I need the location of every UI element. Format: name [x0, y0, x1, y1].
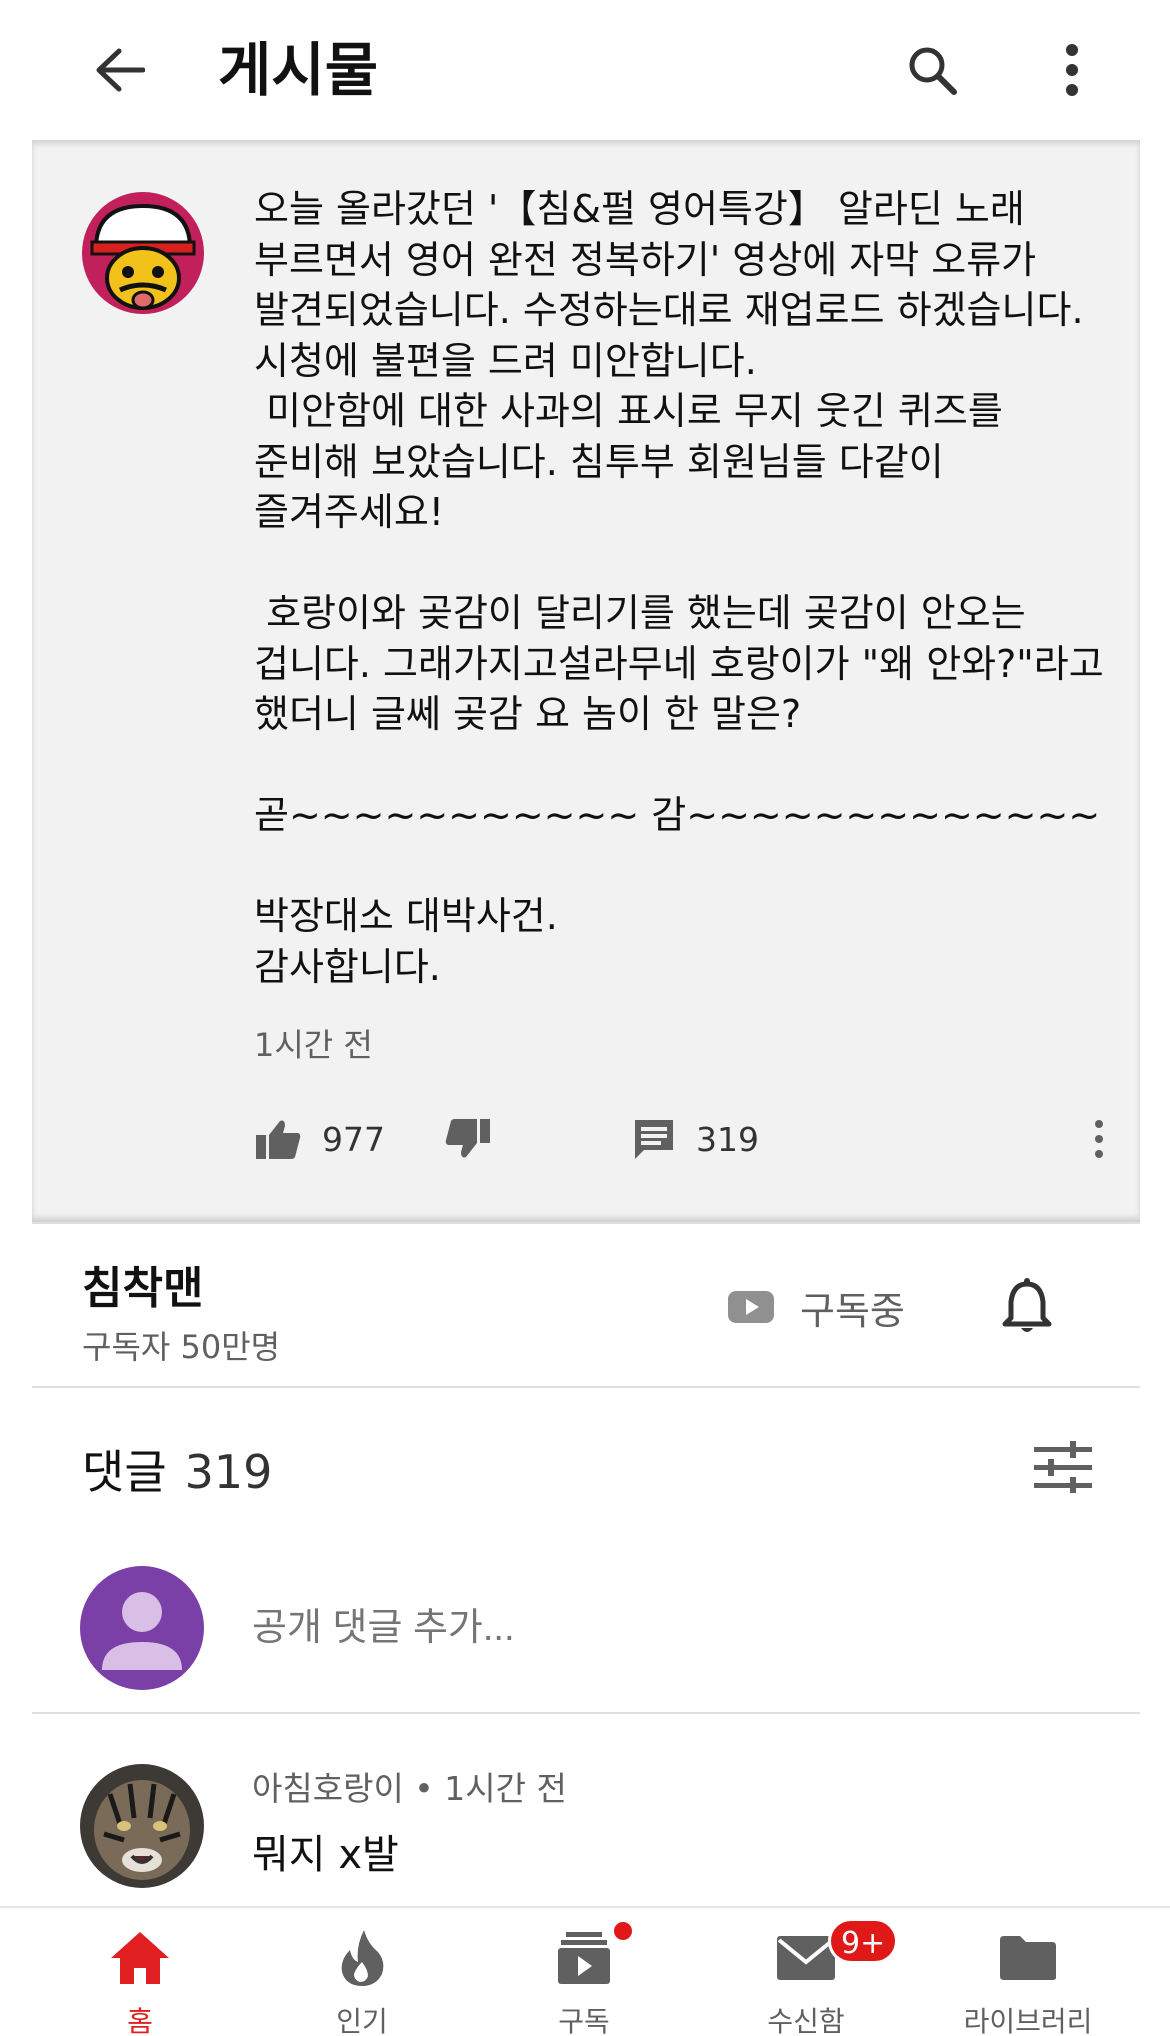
more-vertical-icon — [1095, 1120, 1103, 1158]
comment-icon — [635, 1120, 673, 1159]
channel-name[interactable]: 침착맨 — [82, 1252, 203, 1316]
top-app-bar: 게시물 — [0, 0, 1170, 140]
user-icon — [102, 1592, 182, 1670]
library-icon — [993, 1926, 1063, 1990]
back-arrow-icon — [96, 48, 145, 92]
nav-inbox-label: 수신함 — [767, 2005, 845, 2036]
post-body-text: 오늘 올라갔던 '【침&펄 영어특강】 알라딘 노래 부르면서 영어 완전 정복… — [254, 187, 1104, 989]
nav-inbox[interactable]: 9+ 수신함 — [706, 1908, 906, 2036]
nav-library[interactable]: 라이브러리 — [928, 1908, 1128, 2036]
nav-trending-label: 인기 — [336, 2005, 388, 2036]
comment-meta: 아침호랑이 • 1시간 전 — [252, 1762, 567, 1810]
meta-separator: • — [403, 1769, 445, 1808]
sort-comments-button[interactable] — [1028, 1432, 1098, 1502]
nav-subscriptions-label: 구독 — [558, 2005, 610, 2036]
community-post: 오늘 올라갔던 '【침&펄 영어특강】 알라딘 노래 부르면서 영어 완전 정복… — [32, 140, 1140, 1222]
sort-icon — [1034, 1441, 1092, 1493]
comment-text: 뭐지 x발 — [252, 1832, 399, 1878]
page-title: 게시물 — [218, 36, 379, 104]
comments-button[interactable]: 319 — [632, 1104, 759, 1174]
nav-home[interactable]: 홈 — [40, 1908, 240, 2036]
comment-time: 1시간 전 — [444, 1769, 567, 1808]
cartoon-face-icon — [82, 192, 204, 314]
subscribed-label: 구독중 — [800, 1288, 905, 1333]
comment-count: 319 — [696, 1119, 759, 1159]
nav-home-label: 홈 — [127, 2005, 153, 2036]
comments-header: 댓글 319 — [82, 1436, 272, 1502]
search-button[interactable] — [890, 28, 974, 112]
search-icon — [909, 47, 957, 95]
nav-subscriptions[interactable]: 구독 — [484, 1908, 684, 2036]
post-top-shadow — [32, 140, 1140, 148]
commenter-avatar[interactable] — [80, 1764, 204, 1888]
post-more-button[interactable] — [1094, 1104, 1104, 1174]
more-options-button[interactable] — [1030, 28, 1114, 112]
bottom-navigation: 홈 인기 구독 9+ 수신함 라이브러리 — [0, 1906, 1170, 2036]
tiger-photo — [80, 1764, 204, 1888]
like-count: 977 — [322, 1119, 385, 1159]
subscribed-button[interactable]: 구독중 — [728, 1272, 905, 1342]
inbox-badge: 9+ — [828, 1918, 899, 1964]
home-icon — [105, 1926, 175, 1990]
new-content-dot — [612, 1920, 634, 1942]
youtube-play-icon — [728, 1291, 774, 1323]
add-comment-input[interactable] — [252, 1598, 1052, 1658]
channel-avatar[interactable] — [82, 192, 204, 314]
divider — [32, 1712, 1140, 1714]
comments-count: 319 — [184, 1445, 273, 1499]
subscriber-count: 구독자 50만명 — [82, 1328, 281, 1366]
nav-trending[interactable]: 인기 — [262, 1908, 462, 2036]
comments-title: 댓글 — [82, 1445, 167, 1499]
nav-library-label: 라이브러리 — [963, 2005, 1093, 2036]
more-vertical-icon — [1066, 44, 1078, 96]
notification-bell-button[interactable] — [992, 1268, 1062, 1348]
post-time: 1시간 전 — [254, 1026, 373, 1064]
divider — [32, 1222, 1140, 1224]
thumbs-up-icon — [256, 1120, 301, 1159]
like-button[interactable]: 977 — [254, 1104, 385, 1174]
my-avatar — [80, 1566, 204, 1690]
subscriptions-icon — [549, 1926, 619, 1990]
fire-icon — [327, 1926, 397, 1990]
post-actions: 977 319 — [254, 1104, 1114, 1174]
post-page: 게시물 오늘 올라갔던 '【침&펄 영어특강】 알라딘 노래 부르면서 영어 완… — [0, 0, 1170, 2036]
comment-author[interactable]: 아침호랑이 — [252, 1769, 404, 1808]
thumbs-down-icon — [445, 1119, 490, 1158]
back-button[interactable] — [80, 30, 160, 110]
divider — [32, 1386, 1140, 1388]
bell-icon — [1002, 1278, 1052, 1332]
dislike-button[interactable] — [444, 1104, 492, 1174]
